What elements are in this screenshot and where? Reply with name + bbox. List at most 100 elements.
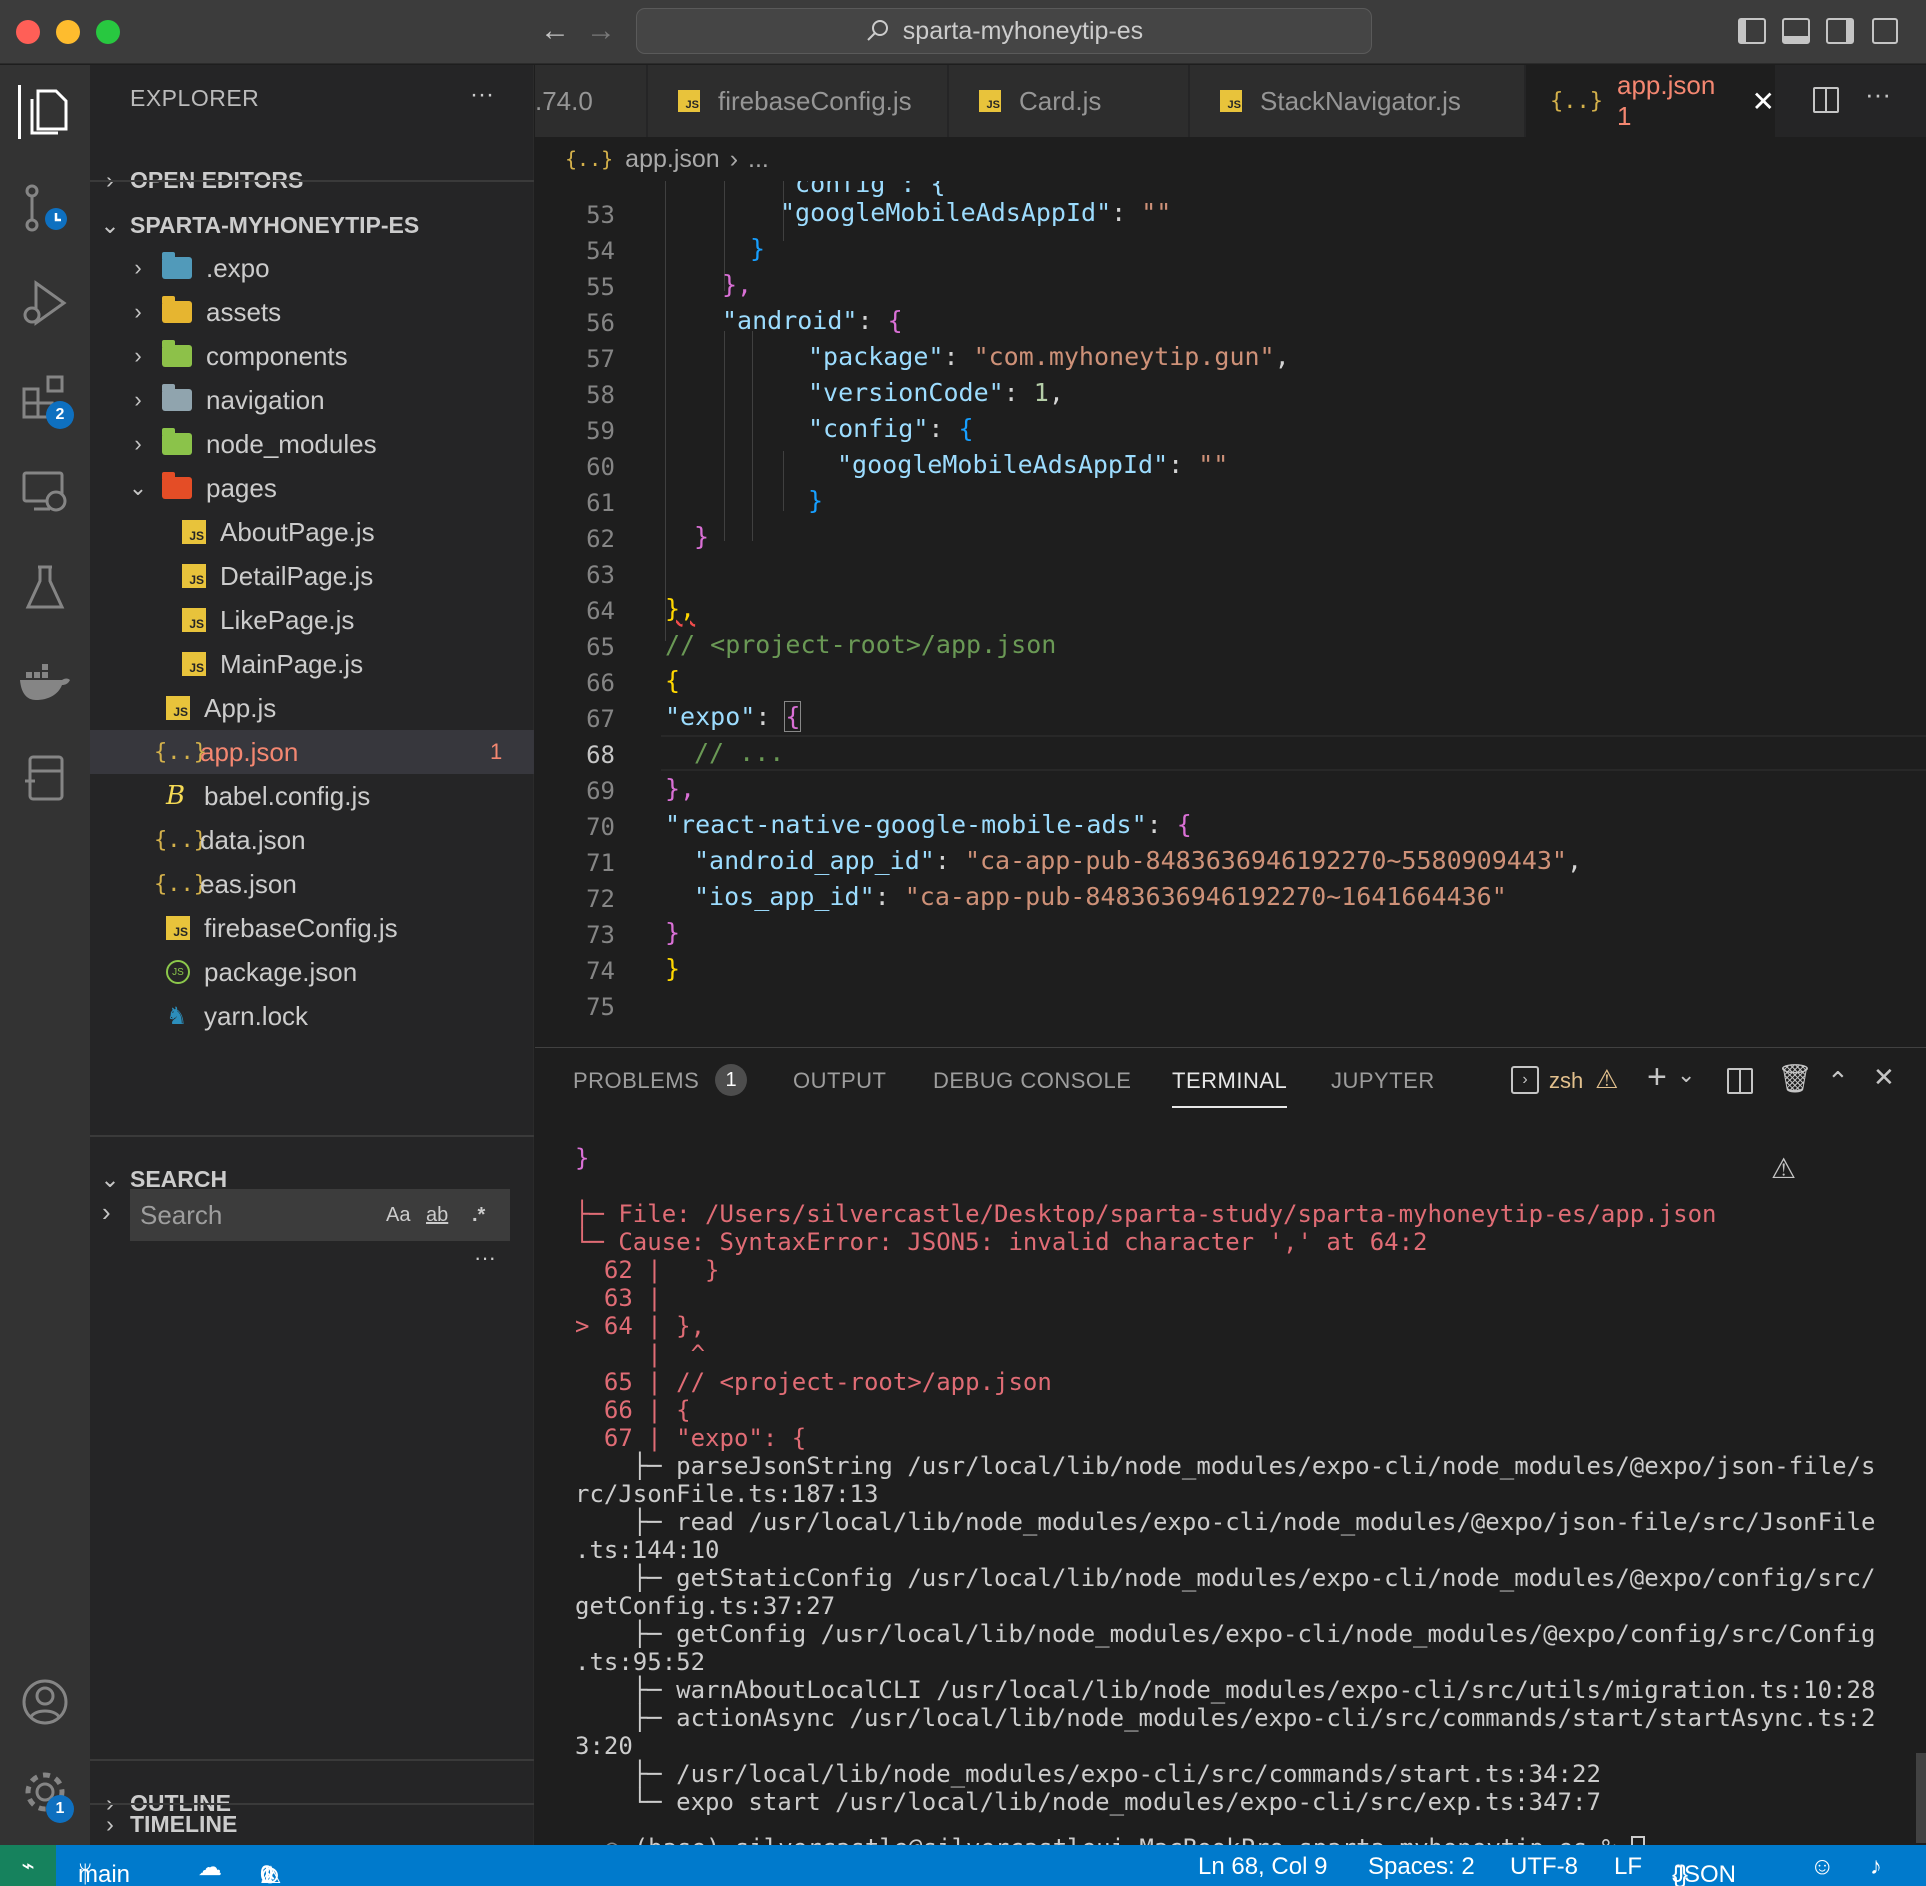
line-number: 72 (586, 885, 615, 913)
explorer-sidebar: EXPLORER ··· › OPEN EDITORS ⌄ SPARTA-MYH… (90, 65, 534, 1845)
testing-icon[interactable] (18, 561, 72, 615)
notebook-icon[interactable] (18, 751, 72, 805)
tree-item-babel-config[interactable]: B babel.config.js (90, 774, 534, 818)
accounts-icon[interactable] (18, 1675, 72, 1729)
regex-toggle[interactable]: .* (472, 1204, 485, 1227)
encoding[interactable]: UTF-8 (1510, 1853, 1578, 1881)
tree-item-app-json[interactable]: {..} app.json 1 (90, 730, 534, 774)
tab-card[interactable]: JS Card.js (949, 65, 1189, 137)
terminal-line: .ts:95:52 (575, 1648, 706, 1676)
tab-label: firebaseConfig.js (718, 85, 912, 116)
line-number: 57 (586, 345, 615, 373)
docker-icon[interactable] (18, 655, 72, 709)
terminal-line: | ^ (575, 1340, 706, 1368)
settings-gear-icon[interactable]: 1 (18, 1765, 74, 1823)
sync-cloud-icon[interactable]: ☁ (198, 1853, 222, 1882)
terminal-shell-name[interactable]: zsh (1549, 1068, 1583, 1094)
tab-debug-console[interactable]: DEBUG CONSOLE (933, 1068, 1131, 1094)
feedback-icon[interactable]: ☺ (1810, 1853, 1835, 1881)
breadcrumb-file[interactable]: app.json (625, 145, 720, 174)
tab-version[interactable]: .74.0 (535, 65, 647, 137)
tree-item-components[interactable]: › components (90, 334, 534, 378)
tree-item-app-js[interactable]: JS App.js (90, 686, 534, 730)
close-window-button[interactable] (16, 20, 40, 44)
minimize-window-button[interactable] (56, 20, 80, 44)
tree-item-label: assets (206, 296, 282, 327)
tree-item-label: data.json (200, 824, 306, 855)
tree-item-label: App.js (204, 692, 277, 723)
chevron-right-icon: › (134, 431, 142, 456)
tree-item-pages[interactable]: ⌄ pages (90, 466, 534, 510)
code-line-53: "googleMobileAdsAppId": "" (780, 198, 1172, 227)
match-word-toggle[interactable]: ab (426, 1204, 448, 1227)
code-editor[interactable]: 53 54 55 56 57 58 59 60 61 62 63 64 65 66 67 68 69 70 71 72… (535, 181, 1926, 1047)
back-arrow-icon[interactable]: ← (540, 16, 570, 46)
tree-item-expo[interactable]: › .expo (90, 246, 534, 290)
tree-item-assets[interactable]: › assets (90, 290, 534, 334)
tree-item-detailpage[interactable]: JS DetailPage.js (90, 554, 534, 598)
extensions-icon[interactable]: 2 (18, 371, 74, 429)
breadcrumb-symbol[interactable]: ... (748, 145, 769, 174)
run-debug-icon[interactable] (18, 275, 72, 329)
search-input[interactable]: Search Aa ab .* (130, 1189, 510, 1241)
tab-firebaseconfig[interactable]: JS firebaseConfig.js (648, 65, 948, 137)
tree-item-eas-json[interactable]: {..} eas.json (90, 862, 534, 906)
close-panel-icon[interactable]: ✕ (1873, 1062, 1895, 1093)
tree-item-mainpage[interactable]: JS MainPage.js (90, 642, 534, 686)
tree-item-node-modules[interactable]: › node_modules (90, 422, 534, 466)
line-number: 55 (586, 273, 615, 301)
tab-jupyter[interactable]: JUPYTER (1331, 1068, 1435, 1094)
chevron-right-icon[interactable]: › (102, 1197, 111, 1228)
tab-stacknavigator[interactable]: JS StackNavigator.js (1190, 65, 1525, 137)
close-tab-icon[interactable]: ✕ (1752, 85, 1775, 118)
forward-arrow-icon[interactable]: → (586, 16, 616, 46)
timeline-section[interactable]: › TIMELINE (90, 1803, 534, 1845)
tab-output[interactable]: OUTPUT (793, 1068, 886, 1094)
new-terminal-icon[interactable]: + (1647, 1058, 1667, 1097)
remote-explorer-icon[interactable] (18, 465, 72, 519)
explorer-icon[interactable] (18, 85, 72, 139)
project-section[interactable]: ⌄ SPARTA-MYHONEYTIP-ES (90, 203, 534, 247)
tree-item-firebaseconfig[interactable]: JS firebaseConfig.js (90, 906, 534, 950)
tree-item-yarn-lock[interactable]: ♞ yarn.lock (90, 994, 534, 1038)
line-ending[interactable]: LF (1614, 1853, 1642, 1881)
explorer-more-button[interactable]: ··· (470, 81, 494, 109)
tree-item-aboutpage[interactable]: JS AboutPage.js (90, 510, 534, 554)
tree-item-package-json[interactable]: JS package.json (90, 950, 534, 994)
js-file-icon: JS (678, 90, 700, 112)
split-editor-icon[interactable] (1813, 87, 1839, 113)
line-number: 63 (586, 561, 615, 589)
json-file-icon: {..} (154, 871, 207, 897)
tab-problems[interactable]: PROBLEMS (573, 1068, 699, 1094)
tab-terminal[interactable]: TERMINAL (1172, 1068, 1288, 1108)
match-case-toggle[interactable]: Aa (386, 1204, 410, 1227)
indentation[interactable]: Spaces: 2 (1368, 1853, 1475, 1881)
split-terminal-icon[interactable] (1727, 1068, 1753, 1094)
search-more-button[interactable]: ··· (474, 1245, 496, 1271)
toggle-secondary-sidebar-icon[interactable] (1826, 18, 1854, 44)
editor-more-button[interactable]: ··· (1865, 79, 1891, 110)
nodejs-icon: JS (166, 960, 190, 984)
terminal-scrollbar[interactable] (1916, 1753, 1926, 1843)
toggle-panel-icon[interactable] (1782, 18, 1810, 44)
tree-item-navigation[interactable]: › navigation (90, 378, 534, 422)
toggle-sidebar-icon[interactable] (1738, 18, 1766, 44)
tree-item-likepage[interactable]: JS LikePage.js (90, 598, 534, 642)
remote-indicator-icon[interactable]: ⌁ (0, 1845, 56, 1886)
tree-item-data-json[interactable]: {..} data.json (90, 818, 534, 862)
line-number: 67 (586, 705, 615, 733)
source-control-icon[interactable] (18, 181, 72, 235)
command-center[interactable]: sparta-myhoneytip-es (636, 8, 1372, 54)
tab-app-json[interactable]: {..} app.json 1 ✕ (1526, 65, 1776, 137)
maximize-panel-icon[interactable]: ⌃ (1827, 1066, 1849, 1097)
customize-layout-icon[interactable] (1872, 18, 1898, 44)
chevron-down-icon[interactable]: ⌄ (1677, 1062, 1695, 1088)
trash-icon[interactable]: 🗑 (1777, 1062, 1813, 1095)
terminal-line: └─ Cause: SyntaxError: JSON5: invalid ch… (575, 1228, 1428, 1256)
line-number: 54 (586, 237, 615, 265)
notifications-bell-icon[interactable]: ♪ (1870, 1853, 1882, 1881)
line-number: 74 (586, 957, 615, 985)
cursor-position[interactable]: Ln 68, Col 9 (1198, 1853, 1327, 1881)
code-line-69: }, (665, 774, 696, 803)
maximize-window-button[interactable] (96, 20, 120, 44)
